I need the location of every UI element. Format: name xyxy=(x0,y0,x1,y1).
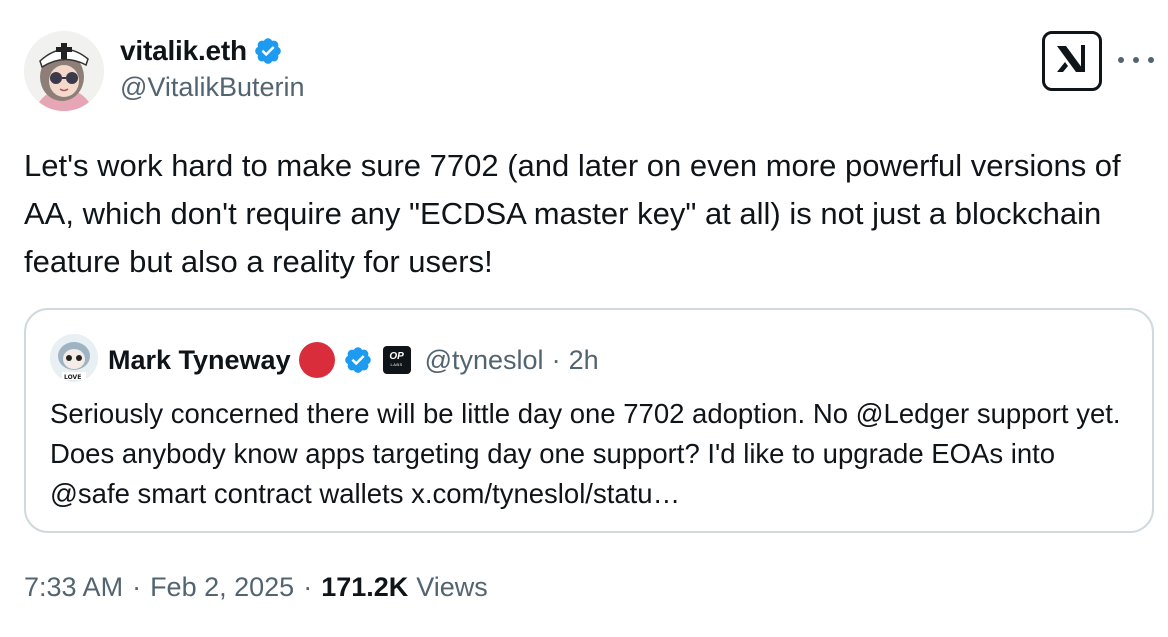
tweet-text: Let's work hard to make sure 7702 (and l… xyxy=(24,148,1121,279)
quoted-display-name[interactable]: Mark Tyneway xyxy=(108,345,291,376)
quoted-tweet-card[interactable]: LOVE Mark Tyneway OP LABS @tyneslol · 2h… xyxy=(24,308,1154,533)
author-info: vitalik.eth @VitalikButerin xyxy=(120,34,305,103)
quoted-handle[interactable]: @tyneslol xyxy=(425,345,544,376)
more-dot xyxy=(1148,57,1154,63)
more-icon[interactable] xyxy=(1118,48,1154,72)
tweet-date[interactable]: Feb 2, 2025 xyxy=(150,572,294,603)
author-name-row: vitalik.eth xyxy=(120,34,305,68)
tweet-meta: 7:33 AM · Feb 2, 2025 · 171.2K Views xyxy=(24,572,488,603)
meta-separator: · xyxy=(132,572,142,602)
more-dot xyxy=(1118,57,1124,63)
op-labs-affiliate-icon[interactable]: OP LABS xyxy=(382,346,411,374)
grok-icon xyxy=(1053,40,1091,83)
op-badge-top: OP xyxy=(389,351,404,362)
author-display-name[interactable]: vitalik.eth xyxy=(120,35,247,67)
views-label: Views xyxy=(416,572,488,602)
author-handle[interactable]: @VitalikButerin xyxy=(120,72,305,103)
quoted-text: Seriously concerned there will be little… xyxy=(50,398,1121,509)
more-dot xyxy=(1133,57,1139,63)
views-count: 171.2K xyxy=(321,572,409,602)
quoted-header: Mark Tyneway OP LABS @tyneslol · 2h xyxy=(108,340,599,380)
verified-badge-icon[interactable] xyxy=(343,345,373,375)
quoted-separator: · xyxy=(551,344,561,375)
author-avatar[interactable] xyxy=(24,31,104,111)
op-badge-bottom: LABS xyxy=(390,362,403,367)
verified-badge-icon[interactable] xyxy=(253,36,283,66)
grok-button[interactable] xyxy=(1042,31,1102,91)
quoted-time[interactable]: 2h xyxy=(569,345,599,376)
meta-separator: · xyxy=(303,572,313,602)
svg-text:LOVE: LOVE xyxy=(64,374,81,381)
quoted-author-avatar[interactable]: LOVE xyxy=(50,334,98,382)
tweet-time[interactable]: 7:33 AM xyxy=(24,572,123,603)
red-circle-icon xyxy=(298,342,335,378)
